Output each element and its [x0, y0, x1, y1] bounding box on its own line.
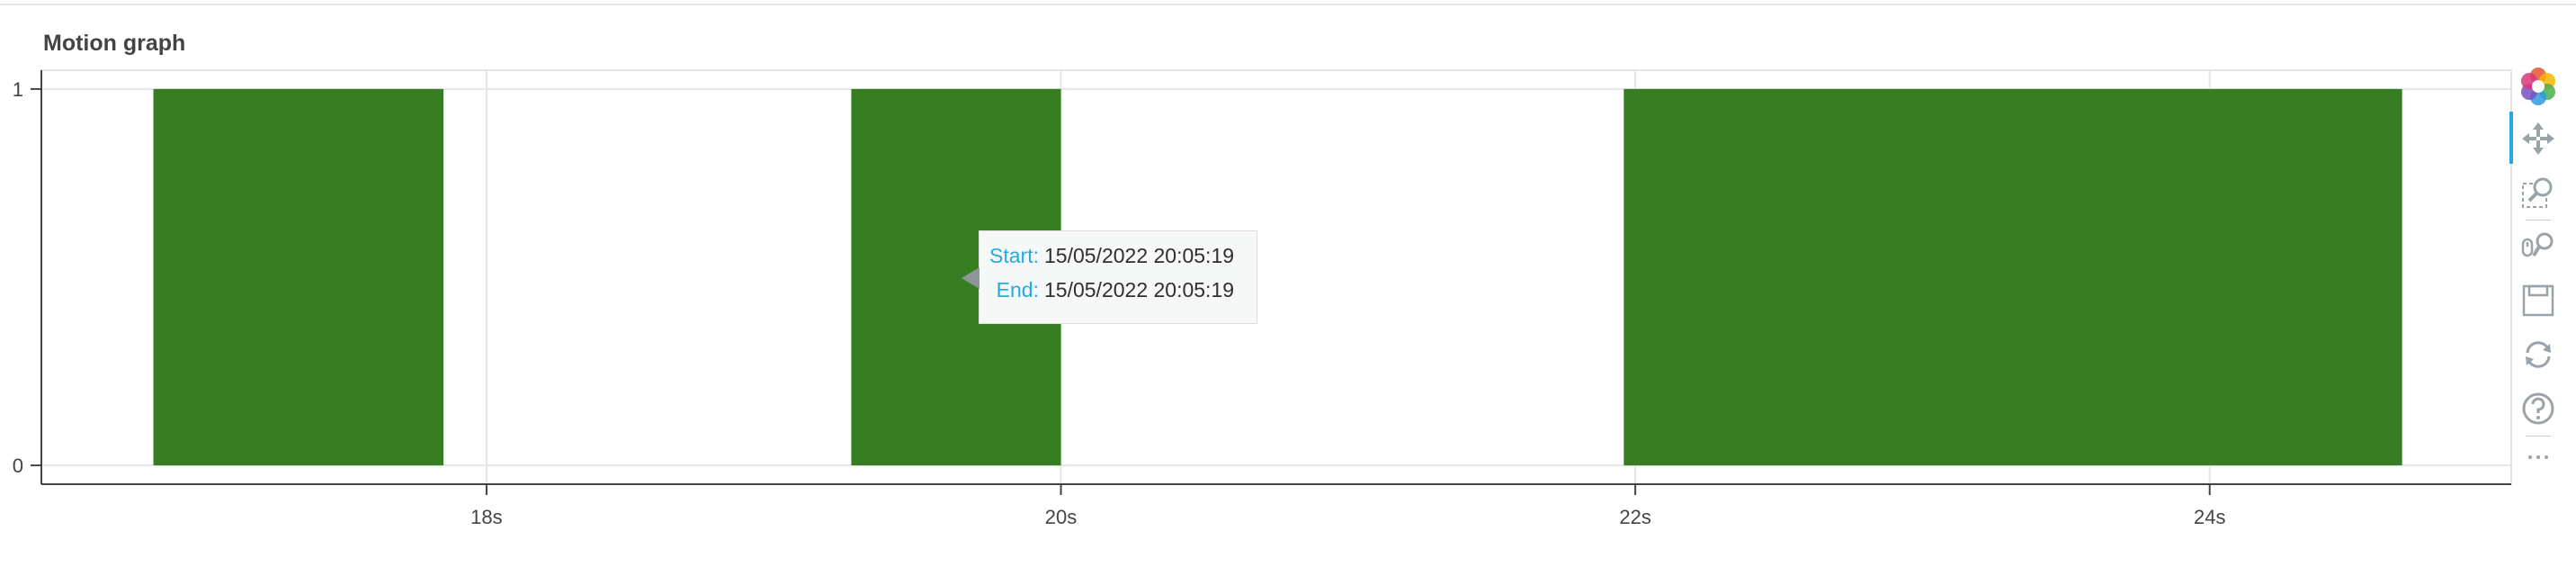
- x-tick-label: 18s: [470, 506, 502, 528]
- tooltip-row-end: End: 15/05/2022 20:05:19: [979, 278, 1257, 305]
- more-icon: [2528, 455, 2548, 459]
- tooltip-end-value: 15/05/2022 20:05:19: [1044, 278, 1235, 302]
- motion-chart[interactable]: 18s 20s 22s 24s 0 1: [0, 0, 2576, 567]
- y-tick-label: 1: [13, 78, 23, 101]
- wheel-zoom-icon: [2521, 232, 2554, 257]
- tooltip-end-label: End:: [996, 278, 1039, 302]
- x-tick-label: 20s: [1045, 506, 1077, 528]
- tooltip-row-start: Start: 15/05/2022 20:05:19: [979, 244, 1257, 271]
- x-tick-label: 24s: [2194, 506, 2225, 528]
- help-icon: [2522, 392, 2554, 425]
- y-tick-label: 0: [13, 454, 23, 477]
- save-tool-button[interactable]: [2517, 279, 2560, 322]
- bars-layer: [153, 88, 2402, 466]
- pan-icon: [2522, 122, 2554, 155]
- bokeh-logo-icon: [2517, 65, 2560, 108]
- reset-icon: [2526, 341, 2551, 368]
- box-zoom-icon: [2522, 177, 2553, 208]
- more-tools-button[interactable]: [2517, 436, 2560, 479]
- help-tool-button[interactable]: [2517, 387, 2560, 430]
- pan-tool-button[interactable]: [2517, 117, 2560, 160]
- wheel-zoom-tool-button[interactable]: [2517, 225, 2560, 268]
- reset-tool-button[interactable]: [2517, 333, 2560, 376]
- hover-tooltip: Start: 15/05/2022 20:05:19 End: 15/05/20…: [962, 230, 1257, 324]
- box-zoom-tool-button[interactable]: [2517, 171, 2560, 214]
- tooltip-start-value: 15/05/2022 20:05:19: [1044, 244, 1235, 267]
- tooltip-arrow: [962, 267, 979, 289]
- tooltip-start-label: Start:: [989, 244, 1039, 267]
- active-tool-indicator: [2509, 112, 2513, 164]
- motion-bar[interactable]: [1623, 88, 2402, 466]
- x-tick-label: 22s: [1619, 506, 1650, 528]
- save-icon: [2522, 284, 2554, 317]
- motion-bar[interactable]: [153, 88, 444, 466]
- plot-toolbar: [2509, 65, 2567, 479]
